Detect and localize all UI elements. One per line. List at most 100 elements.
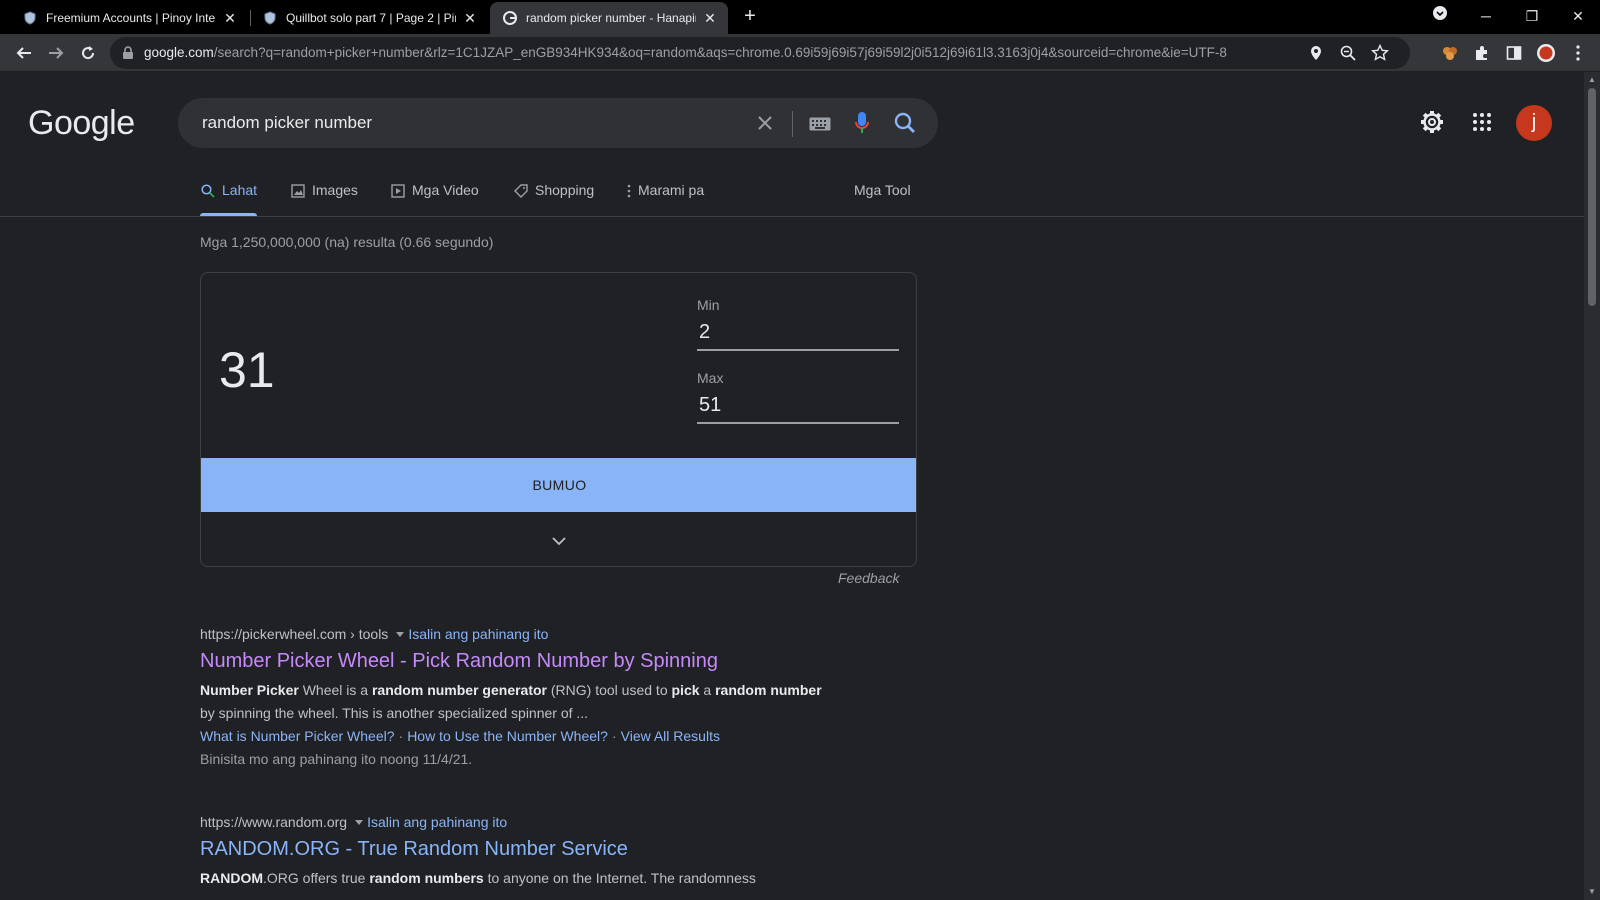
result-title-link[interactable]: RANDOM.ORG - True Random Number Service (200, 838, 860, 861)
tab-separator (250, 10, 251, 26)
sitelink[interactable]: How to Use the Number Wheel? (407, 728, 608, 744)
bookmark-star-icon[interactable] (1370, 43, 1390, 63)
sitelinks: What is Number Picker Wheel? · How to Use … (200, 725, 860, 748)
forward-button[interactable] (44, 41, 68, 65)
dropdown-triangle-icon[interactable] (396, 632, 405, 637)
search-result: https://www.random.org Isalin ang pahinan… (200, 814, 860, 890)
browser-tab-quillbot[interactable]: Quillbot solo part 7 | Page 2 | Pin ✕ (252, 2, 488, 34)
url-text[interactable]: google.com/search?q=random+picker+number… (144, 45, 1284, 60)
side-panel-icon[interactable] (1502, 41, 1526, 65)
generate-button[interactable]: BUMUO (201, 458, 916, 512)
search-icon (200, 183, 216, 199)
tab-close-icon[interactable]: ✕ (462, 10, 478, 26)
search-icon[interactable] (892, 110, 918, 136)
restore-button[interactable]: ❐ (1520, 4, 1544, 28)
profile-avatar-icon[interactable] (1534, 41, 1558, 65)
tab-close-icon[interactable]: ✕ (222, 10, 238, 26)
tabs-divider (0, 216, 1584, 217)
browser-tab-active[interactable]: random picker number - Hanapin ✕ (490, 2, 728, 34)
max-input[interactable]: 51 (697, 390, 899, 424)
tab-strip: Freemium Accounts | Pinoy Intern ✕ Quill… (0, 0, 1600, 34)
translate-link[interactable]: Isalin ang pahinang ito (408, 626, 548, 642)
search-result: https://pickerwheel.com › tools Isalin an… (200, 626, 860, 771)
chevron-down-icon[interactable] (549, 531, 569, 551)
tab-title: Freemium Accounts | Pinoy Intern (46, 11, 216, 25)
translate-link[interactable]: Isalin ang pahinang ito (367, 814, 507, 830)
account-avatar[interactable]: j (1516, 105, 1552, 141)
close-window-button[interactable]: ✕ (1566, 4, 1590, 28)
feedback-link[interactable]: Feedback (838, 570, 899, 586)
search-input[interactable]: random picker number (202, 113, 372, 133)
play-icon (390, 183, 406, 199)
result-stats: Mga 1,250,000,000 (na) resulta (0.66 seg… (200, 234, 494, 250)
search-box[interactable]: random picker number (178, 98, 938, 148)
cite-host[interactable]: https://www.random.org (200, 814, 347, 830)
url-path: /search?q=random+picker+number&rlz=1C1JZ… (213, 45, 1227, 60)
snippet-bold: random numbers (369, 870, 484, 886)
chrome-menu-icon[interactable] (1566, 41, 1590, 65)
min-input[interactable]: 2 (697, 317, 899, 351)
result-snippet: RANDOM.ORG offers true random numbers to… (200, 867, 840, 890)
tab-more[interactable]: Marami pa (626, 182, 704, 214)
snippet-text: by spinning the wheel. This is another s… (200, 705, 589, 721)
back-button[interactable] (12, 41, 36, 65)
tools-button[interactable]: Mga Tool (854, 182, 911, 214)
tab-title: Quillbot solo part 7 | Page 2 | Pin (286, 11, 456, 25)
address-bar[interactable]: google.com/search?q=random+picker+number… (110, 37, 1410, 69)
dropdown-triangle-icon[interactable] (355, 820, 364, 825)
search-tabs: Lahat Images Mga Video Shopping Marami p… (200, 182, 920, 216)
tab-close-icon[interactable]: ✕ (702, 10, 718, 26)
clear-search-icon[interactable] (753, 111, 777, 135)
extension-icon[interactable] (1438, 41, 1462, 65)
tab-shopping[interactable]: Shopping (513, 182, 594, 214)
tab-all[interactable]: Lahat (200, 182, 258, 216)
tab-images[interactable]: Images (290, 182, 358, 214)
scroll-down-arrow-icon[interactable]: ▼ (1588, 888, 1596, 896)
keyboard-icon[interactable] (808, 112, 832, 136)
zoom-icon[interactable] (1338, 43, 1358, 63)
sitelink-separator: · (611, 728, 617, 744)
google-favicon-icon (502, 10, 518, 26)
tab-search-icon[interactable] (1428, 4, 1452, 28)
scrollbar-thumb[interactable] (1588, 88, 1596, 306)
settings-gear-icon[interactable] (1418, 108, 1446, 136)
lock-icon[interactable] (122, 46, 134, 65)
url-host: google.com (144, 45, 214, 60)
more-vert-icon (626, 183, 632, 199)
random-number-generator: 31 Min 2 Max 51 BUMUO (200, 272, 917, 567)
page-scrollbar[interactable]: ▲ ▼ (1584, 72, 1600, 900)
snippet-bold: random number (715, 682, 822, 698)
tab-label: Lahat (222, 182, 258, 198)
result-title-link[interactable]: Number Picker Wheel - Pick Random Number… (200, 650, 860, 673)
new-tab-button[interactable]: + (740, 6, 760, 26)
searchbox-divider (792, 111, 793, 137)
search-results-page: Google random picker number j Lahat Imag… (0, 72, 1584, 900)
sitelink-separator: · (398, 728, 404, 744)
scroll-up-arrow-icon[interactable]: ▲ (1588, 76, 1596, 84)
shield-favicon-icon (22, 10, 38, 26)
microphone-icon[interactable] (850, 110, 874, 136)
cite-path: › tools (346, 626, 389, 642)
sitelink[interactable]: What is Number Picker Wheel? (200, 728, 395, 744)
generated-number: 31 (219, 342, 275, 398)
tab-label: Mga Video (412, 182, 479, 198)
puzzle-extensions-icon[interactable] (1470, 41, 1494, 65)
snippet-text: Wheel is a (298, 682, 372, 698)
snippet-bold: pick (671, 682, 700, 698)
result-cite: https://www.random.org Isalin ang pahinan… (200, 814, 860, 830)
snippet-text: .ORG offers true (263, 870, 370, 886)
cite-host[interactable]: https://pickerwheel.com (200, 626, 346, 642)
visited-note: Binisita mo ang pahinang ito noong 11/4/… (200, 751, 473, 767)
sitelink[interactable]: View All Results (621, 728, 720, 744)
location-pin-icon[interactable] (1306, 43, 1326, 63)
snippet-text: (RNG) tool used to (547, 682, 672, 698)
google-apps-icon[interactable] (1468, 108, 1496, 136)
google-logo[interactable]: Google (28, 104, 135, 143)
min-label: Min (697, 297, 720, 313)
browser-tab-freemium[interactable]: Freemium Accounts | Pinoy Intern ✕ (0, 2, 248, 34)
minimize-button[interactable]: ─ (1474, 4, 1498, 28)
result-snippet: Number Picker Wheel is a random number g… (200, 679, 840, 725)
reload-button[interactable] (76, 41, 100, 65)
tab-videos[interactable]: Mga Video (390, 182, 479, 214)
max-label: Max (697, 370, 724, 386)
